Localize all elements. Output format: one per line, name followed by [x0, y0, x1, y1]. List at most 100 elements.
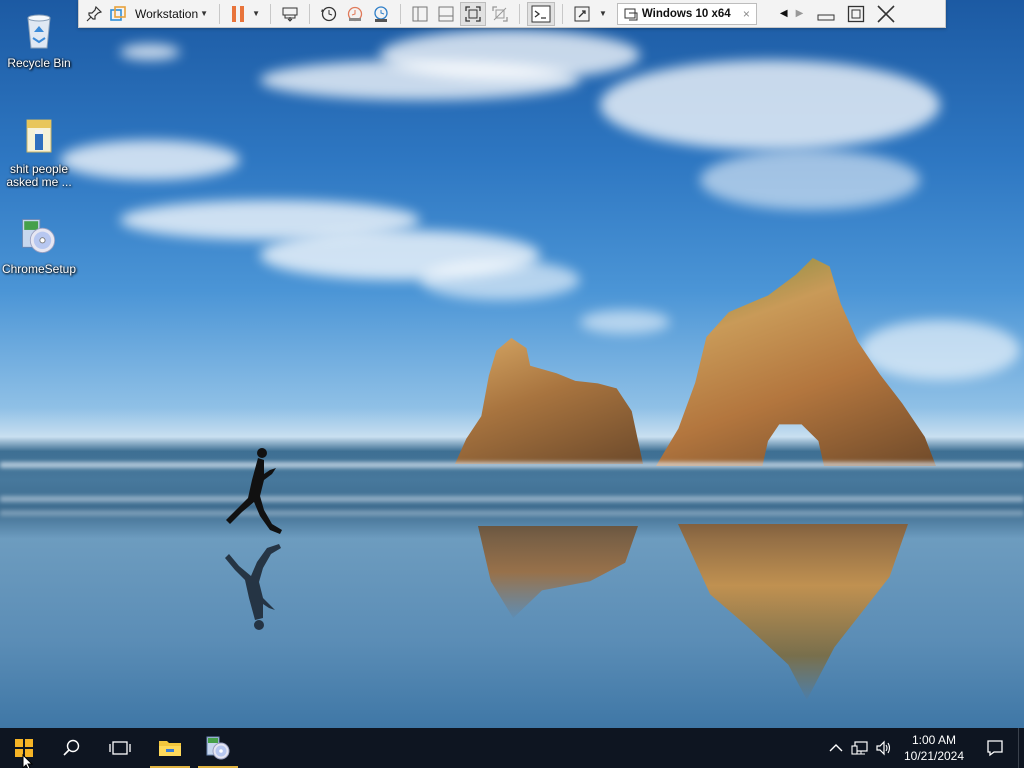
action-center-button[interactable]: [972, 728, 1018, 768]
snapshot-clock-icon: [320, 6, 337, 21]
search-button[interactable]: [48, 728, 96, 768]
full-screen-icon: [465, 5, 481, 22]
runner-reflection: [225, 544, 281, 630]
cloud: [120, 44, 180, 60]
chevron-down-icon: ▼: [598, 9, 607, 18]
mouse-cursor-icon: [22, 754, 34, 768]
desktop-icon-text-file[interactable]: shit people asked me ...: [1, 116, 77, 189]
chevron-down-icon: ▼: [252, 9, 260, 18]
chevron-left-icon: ◀: [779, 8, 788, 19]
revert-snapshot-button[interactable]: [343, 2, 367, 26]
setup-disc-icon: [22, 219, 56, 253]
toolbar-divider: [518, 3, 520, 24]
volume-button[interactable]: [872, 728, 896, 768]
chevron-right-icon: ▶: [795, 8, 804, 19]
show-thumbnail-bar-button[interactable]: [434, 2, 458, 26]
text-file-icon: [26, 119, 52, 153]
desktop-icon-label: Recycle Bin: [7, 56, 71, 70]
cloud: [600, 60, 940, 150]
snapshot-manager-icon: [374, 5, 388, 22]
recycle-bin-icon: [27, 14, 51, 49]
chevron-down-icon: ▼: [200, 9, 209, 18]
rock-formation-left: [455, 338, 643, 464]
vmware-logo-icon: [110, 5, 126, 21]
desktop-icon-label: shit people asked me ...: [6, 162, 72, 189]
send-keys-icon: [282, 7, 298, 22]
chevron-up-icon: [829, 744, 843, 752]
vmware-logo-button[interactable]: [107, 2, 129, 26]
folder-icon: [159, 741, 181, 756]
pin-icon: [86, 5, 102, 21]
cloud: [420, 260, 580, 300]
cloud: [380, 30, 640, 80]
cloud: [580, 310, 670, 334]
surf-line: [0, 496, 1024, 502]
toolbar-divider: [399, 3, 401, 24]
network-icon: [851, 741, 868, 755]
rock-reflection-right: [678, 524, 908, 700]
pin-toolbar-button[interactable]: [83, 2, 105, 26]
toolbar-divider: [219, 3, 221, 24]
show-hidden-icons-button[interactable]: [824, 728, 848, 768]
stretch-icon: [574, 6, 590, 21]
task-view-button[interactable]: [96, 728, 144, 768]
surf-line: [0, 510, 1024, 516]
pause-button[interactable]: ▼: [227, 2, 263, 26]
full-screen-button[interactable]: [459, 1, 486, 26]
desktop-icon-chromesetup[interactable]: ChromeSetup: [1, 216, 77, 276]
restore-button[interactable]: [841, 2, 871, 26]
volume-icon: [876, 740, 891, 756]
snapshot-manager-button[interactable]: [369, 2, 393, 26]
vmware-toolbar: Workstation ▼ ▼ ▼ Windows 10 x64 × ◀ ▶: [78, 0, 946, 28]
workstation-menu[interactable]: Workstation ▼: [131, 2, 212, 26]
desktop-icon-label: ChromeSetup: [1, 262, 77, 276]
sidebar-toggle-icon: [412, 6, 428, 21]
close-button[interactable]: [871, 2, 901, 26]
runner-silhouette: [226, 448, 282, 534]
taskbar-file-explorer[interactable]: [146, 728, 194, 768]
tab-windows-10-x64[interactable]: Windows 10 x64 ×: [616, 2, 757, 25]
network-button[interactable]: [848, 728, 872, 768]
cloud: [860, 320, 1020, 380]
minimize-icon: [817, 14, 835, 20]
unity-mode-icon: [492, 5, 508, 22]
taskbar: 1:00 AM 10/21/2024: [0, 728, 1024, 768]
show-desktop-button[interactable]: [1018, 728, 1024, 768]
toolbar-divider: [308, 3, 310, 24]
stretch-guest-button[interactable]: ▼: [570, 2, 610, 26]
show-library-button[interactable]: [408, 2, 432, 26]
snapshot-button[interactable]: [317, 2, 341, 26]
tab-close-button[interactable]: ×: [743, 7, 750, 21]
surf-line: [0, 462, 1024, 468]
cloud: [700, 150, 920, 210]
send-ctrl-alt-del-button[interactable]: [278, 2, 302, 26]
clock-date: 10/21/2024: [903, 749, 965, 763]
workstation-menu-label: Workstation: [135, 6, 199, 21]
tab-title: Windows 10 x64: [641, 7, 731, 20]
notification-icon: [987, 740, 1003, 757]
setup-disc-icon: [206, 736, 230, 760]
console-icon: [531, 5, 551, 22]
tab-scroll-right-button[interactable]: ▶: [793, 2, 807, 26]
taskbar-clock[interactable]: 1:00 AM 10/21/2024: [896, 732, 972, 764]
toolbar-divider: [269, 3, 271, 24]
search-icon: [63, 739, 80, 756]
task-view-icon: [109, 741, 131, 755]
restore-icon: [848, 5, 865, 22]
pause-icon: [232, 5, 245, 22]
cloud: [60, 140, 240, 180]
minimize-button[interactable]: [811, 2, 841, 26]
toolbar-divider: [561, 3, 563, 24]
thumbnail-bar-icon: [438, 6, 454, 21]
desktop-wallpaper: [0, 0, 1024, 728]
tab-scroll-left-button[interactable]: ◀: [777, 2, 791, 26]
clock-time: 1:00 AM: [911, 733, 957, 747]
taskbar-setup-app[interactable]: [194, 728, 242, 768]
unity-mode-button[interactable]: [488, 2, 512, 26]
rock-reflection-left: [478, 526, 638, 618]
system-tray: 1:00 AM 10/21/2024: [824, 728, 1024, 768]
close-icon: [877, 4, 895, 23]
desktop-icon-recycle-bin[interactable]: Recycle Bin: [1, 10, 77, 70]
console-view-button[interactable]: [526, 1, 555, 26]
vm-tab-icon: [624, 8, 638, 20]
